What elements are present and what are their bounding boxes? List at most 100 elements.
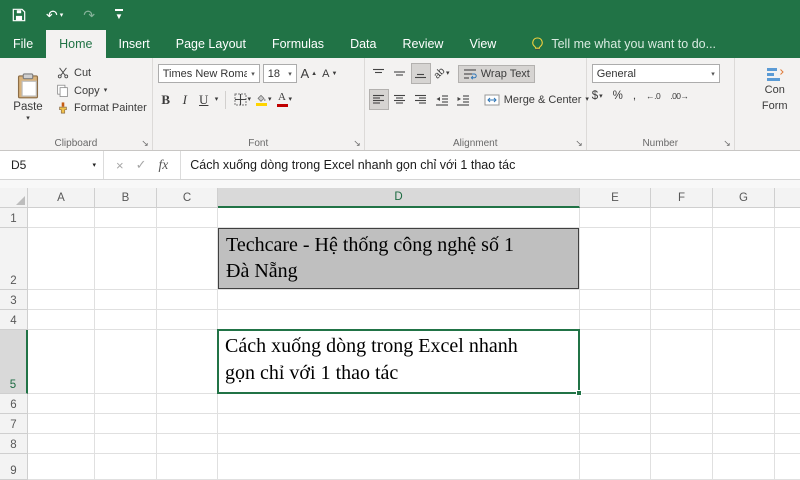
cell-G2[interactable] (713, 228, 775, 290)
decrease-font-size-button[interactable]: A ▼ (321, 64, 339, 83)
copy-button[interactable]: Copy ▾ (55, 84, 147, 97)
cut-button[interactable]: Cut (55, 67, 147, 79)
paste-button[interactable]: Paste ▾ (5, 62, 51, 132)
row-header-7[interactable]: 7 (0, 414, 28, 434)
customize-quick-access-button[interactable]: ▼ (114, 9, 123, 21)
cell-G5[interactable] (713, 330, 775, 394)
tab-insert[interactable]: Insert (106, 30, 163, 58)
align-top-button[interactable] (370, 64, 388, 83)
cell-E5[interactable] (580, 330, 651, 394)
font-dialog-launcher[interactable]: ↘ (353, 139, 361, 148)
cell-E3[interactable] (580, 290, 651, 310)
tab-review[interactable]: Review (389, 30, 456, 58)
row-header-5[interactable]: 5 (0, 330, 28, 394)
cell-x9[interactable] (775, 454, 800, 480)
cell-G1[interactable] (713, 208, 775, 228)
cell-B8[interactable] (95, 434, 157, 454)
cell-A5[interactable] (28, 330, 95, 394)
cell-F4[interactable] (651, 310, 713, 330)
cell-D7[interactable] (218, 414, 580, 434)
redo-button[interactable]: ↷ (83, 8, 95, 22)
cell-A4[interactable] (28, 310, 95, 330)
cell-A1[interactable] (28, 208, 95, 228)
cell-F2[interactable] (651, 228, 713, 290)
cell-G9[interactable] (713, 454, 775, 480)
cell-G3[interactable] (713, 290, 775, 310)
cell-D6[interactable] (218, 394, 580, 414)
cell-E2[interactable] (580, 228, 651, 290)
row-header-2[interactable]: 2 (0, 228, 28, 290)
cell-A6[interactable] (28, 394, 95, 414)
cell-B6[interactable] (95, 394, 157, 414)
cell-C1[interactable] (157, 208, 218, 228)
column-header-D[interactable]: D (218, 188, 580, 208)
percent-style-button[interactable]: % (613, 90, 623, 102)
row-header-1[interactable]: 1 (0, 208, 28, 228)
cell-x5[interactable] (775, 330, 800, 394)
column-header-F[interactable]: F (651, 188, 713, 208)
cell-A9[interactable] (28, 454, 95, 480)
cell-A2[interactable] (28, 228, 95, 290)
cell-B5[interactable] (95, 330, 157, 394)
cell-x4[interactable] (775, 310, 800, 330)
underline-button[interactable]: U (196, 90, 212, 109)
row-header-3[interactable]: 3 (0, 290, 28, 310)
cell-D4[interactable] (218, 310, 580, 330)
cell-C5[interactable] (157, 330, 218, 394)
cell-G8[interactable] (713, 434, 775, 454)
cell-C8[interactable] (157, 434, 218, 454)
cell-D5[interactable]: Cách xuống dòng trong Excel nhanh gọn ch… (217, 329, 582, 396)
cell-C3[interactable] (157, 290, 218, 310)
cell-F3[interactable] (651, 290, 713, 310)
bold-button[interactable]: B (158, 90, 174, 109)
tell-me-box[interactable]: Tell me what you want to do... (531, 30, 716, 58)
tab-data[interactable]: Data (337, 30, 389, 58)
undo-button[interactable]: ↶ ▾ (46, 8, 63, 22)
cell-F6[interactable] (651, 394, 713, 414)
enter-icon[interactable]: ✓ (136, 157, 147, 173)
cell-B2[interactable] (95, 228, 157, 290)
cell-F7[interactable] (651, 414, 713, 434)
cell-B1[interactable] (95, 208, 157, 228)
align-left-button[interactable] (368, 89, 389, 110)
underline-dropdown[interactable]: ▾ (215, 96, 219, 103)
cell-C4[interactable] (157, 310, 218, 330)
merge-center-button[interactable]: Merge & Center ▾ (480, 92, 593, 108)
formula-input[interactable]: Cách xuống dòng trong Excel nhanh gọn ch… (181, 151, 800, 179)
cell-x3[interactable] (775, 290, 800, 310)
cell-D3[interactable] (218, 290, 580, 310)
tab-formulas[interactable]: Formulas (259, 30, 337, 58)
cell-B7[interactable] (95, 414, 157, 434)
orientation-button[interactable]: ab ▾ (432, 64, 451, 83)
cell-x8[interactable] (775, 434, 800, 454)
number-dialog-launcher[interactable]: ↘ (723, 139, 731, 148)
cell-D8[interactable] (218, 434, 580, 454)
increase-font-size-button[interactable]: A ▲ (300, 64, 318, 83)
align-right-button[interactable] (412, 90, 430, 109)
row-header-8[interactable]: 8 (0, 434, 28, 454)
row-header-9[interactable]: 9 (0, 454, 28, 480)
tab-file[interactable]: File (0, 30, 46, 58)
alignment-dialog-launcher[interactable]: ↘ (575, 139, 583, 148)
column-header-G[interactable]: G (713, 188, 775, 208)
insert-function-button[interactable]: fx (159, 157, 169, 173)
format-painter-button[interactable]: Format Painter (55, 102, 147, 114)
column-header-blank[interactable] (775, 188, 800, 208)
column-header-A[interactable]: A (28, 188, 95, 208)
row-header-6[interactable]: 6 (0, 394, 28, 414)
cell-x7[interactable] (775, 414, 800, 434)
font-family-select[interactable]: Times New Roman ▾ (157, 64, 260, 83)
tab-page-layout[interactable]: Page Layout (163, 30, 259, 58)
cell-G6[interactable] (713, 394, 775, 414)
borders-button[interactable]: ▾ (233, 90, 251, 109)
cell-E7[interactable] (580, 414, 651, 434)
cell-E8[interactable] (580, 434, 651, 454)
cell-D1[interactable] (218, 208, 580, 228)
align-middle-button[interactable] (391, 64, 409, 83)
cell-x1[interactable] (775, 208, 800, 228)
cell-E9[interactable] (580, 454, 651, 480)
font-size-select[interactable]: 18 ▾ (262, 64, 297, 83)
tab-home[interactable]: Home (46, 30, 106, 58)
align-bottom-button[interactable] (410, 63, 431, 84)
decrease-indent-button[interactable] (433, 90, 451, 109)
